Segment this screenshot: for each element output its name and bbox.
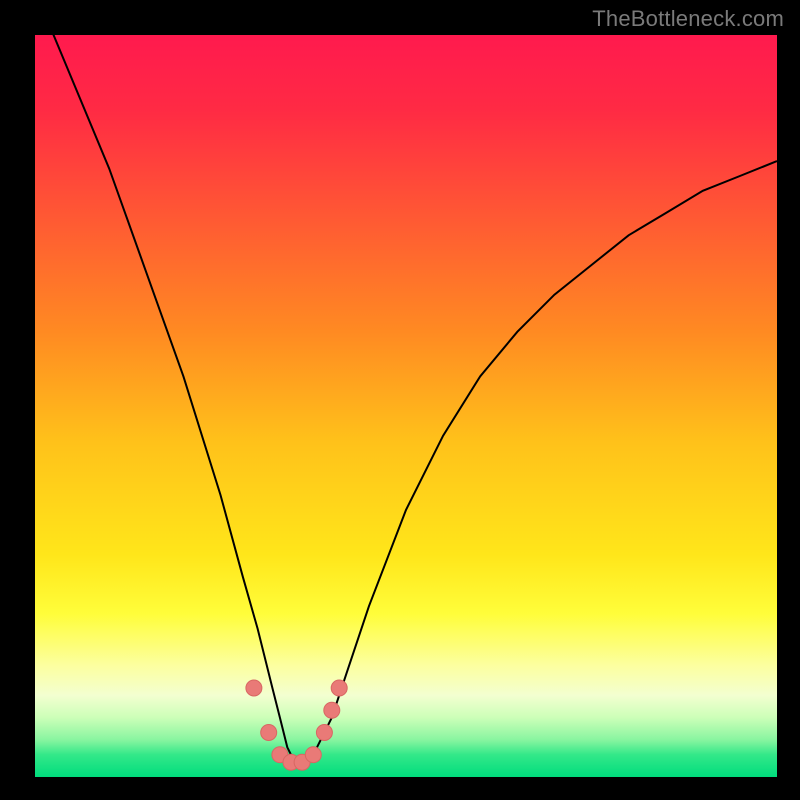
watermark-text: TheBottleneck.com: [592, 6, 784, 32]
curve-marker: [324, 702, 340, 718]
curve-marker: [331, 680, 347, 696]
curve-marker: [316, 725, 332, 741]
gradient-background: [35, 35, 777, 777]
chart-canvas: [35, 35, 777, 777]
curve-marker: [246, 680, 262, 696]
curve-marker: [305, 747, 321, 763]
curve-marker: [261, 725, 277, 741]
chart-frame: TheBottleneck.com: [0, 0, 800, 800]
plot-area: [35, 35, 777, 777]
